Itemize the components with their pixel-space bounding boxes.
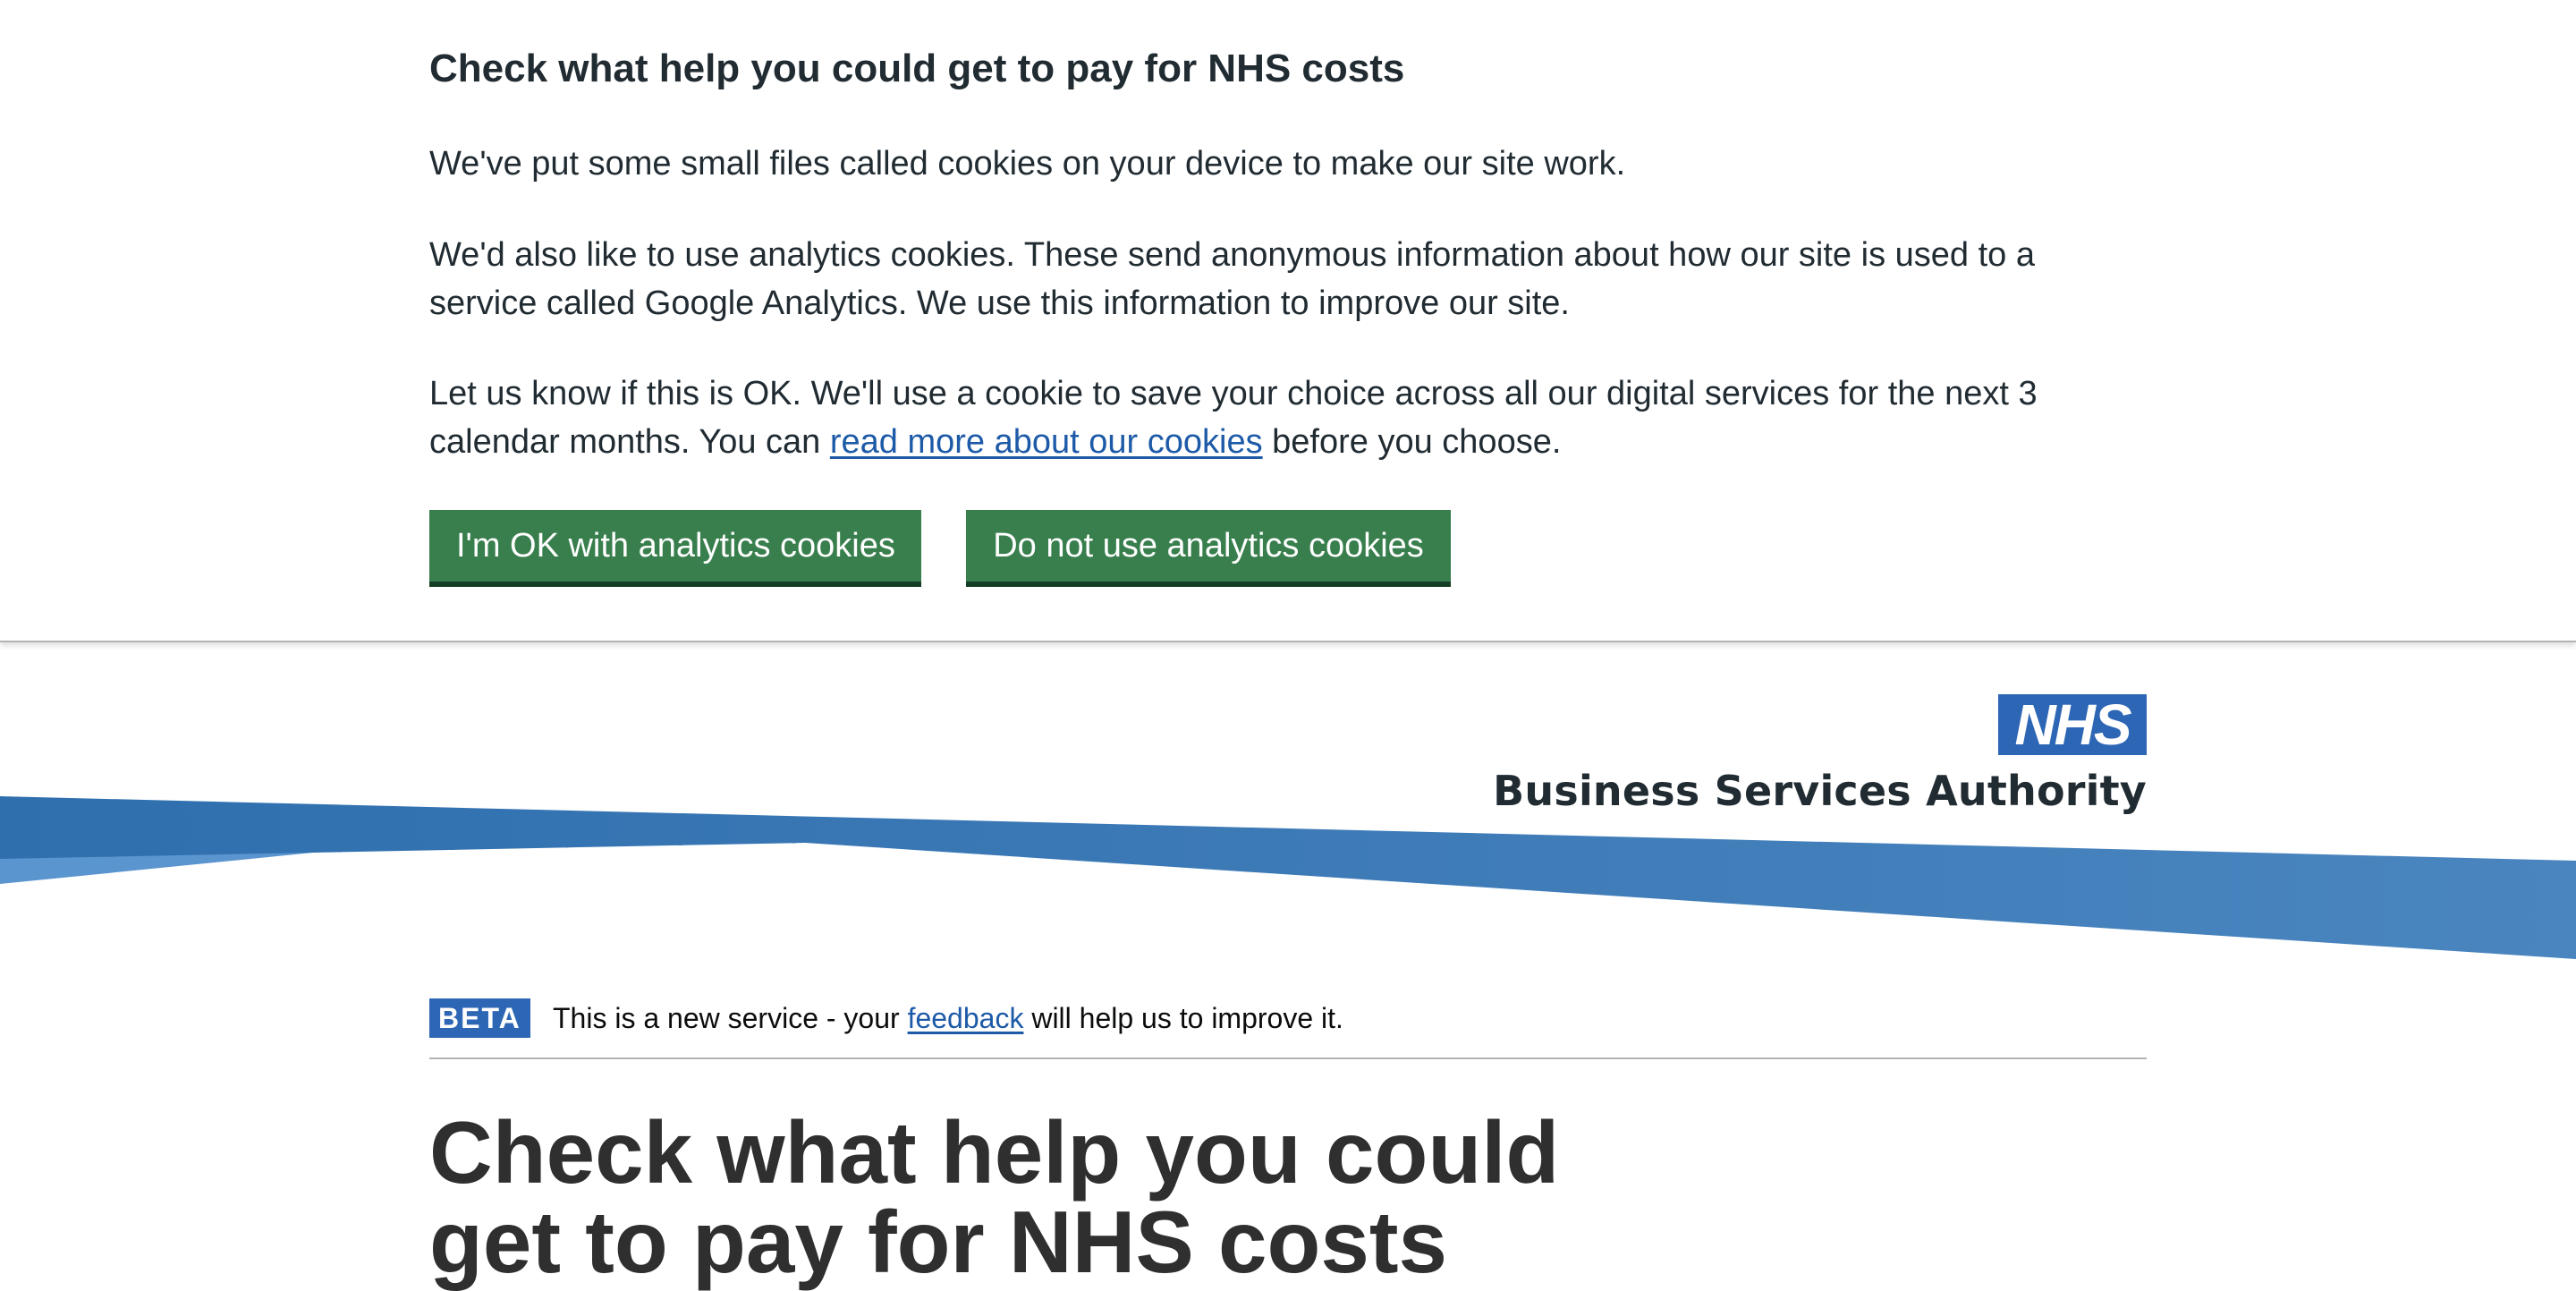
cookie-banner-analytics-text: We'd also like to use analytics cookies.… <box>429 236 2035 322</box>
accept-analytics-cookies-button[interactable]: I'm OK with analytics cookies <box>429 510 921 587</box>
nhs-logo-icon: NHS <box>1998 694 2147 755</box>
feedback-link[interactable]: feedback <box>908 1002 1024 1034</box>
read-more-cookies-link[interactable]: read more about our cookies <box>830 423 1263 461</box>
phase-banner-text: This is a new service - your feedback wi… <box>553 998 1343 1038</box>
phase-text-before: This is a new service - your <box>553 1002 908 1034</box>
beta-tag: BETA <box>429 998 530 1038</box>
phase-banner: BETA This is a new service - your feedba… <box>429 998 2147 1059</box>
header-swoosh-graphic <box>0 796 2576 959</box>
consent-text-after: before you choose. <box>1262 423 1562 461</box>
cookie-banner-title: Check what help you could get to pay for… <box>429 47 1405 90</box>
phase-text-after: will help us to improve it. <box>1023 1002 1343 1034</box>
page-title: Check what help you could get to pay for… <box>429 1103 1560 1291</box>
cookie-banner: Check what help you could get to pay for… <box>0 0 2576 642</box>
cookie-banner-consent-text: Let us know if this is OK. We'll use a c… <box>429 369 2075 466</box>
reject-analytics-cookies-button[interactable]: Do not use analytics cookies <box>966 510 1451 587</box>
cookie-banner-intro: We've put some small files called cookie… <box>429 145 1626 183</box>
swoosh-main-band <box>0 796 2576 959</box>
